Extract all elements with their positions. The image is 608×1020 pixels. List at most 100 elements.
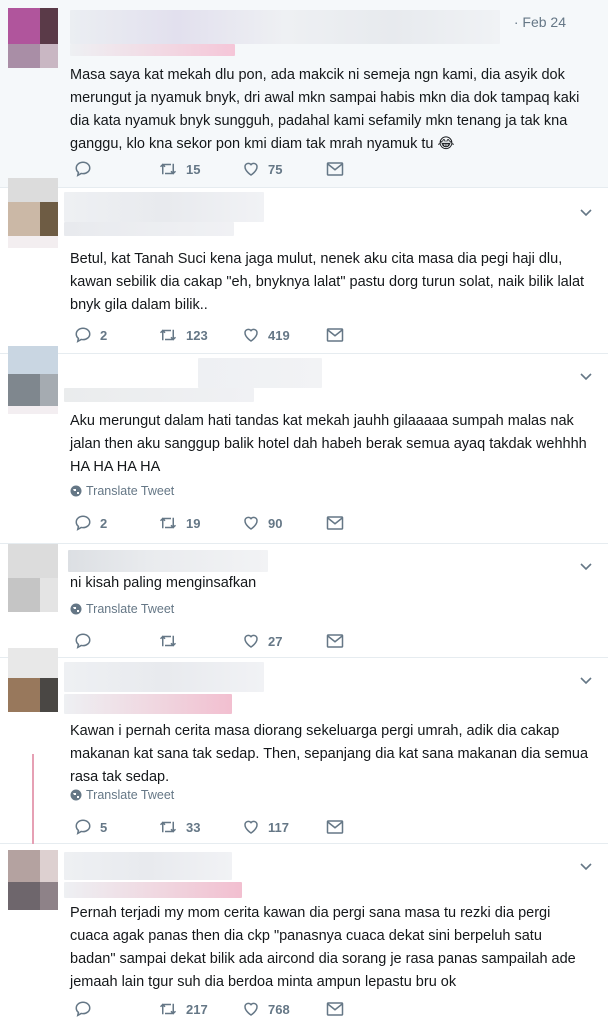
like-icon bbox=[244, 516, 258, 530]
retweet-count: 33 bbox=[186, 819, 201, 835]
translate-label: Translate Tweet bbox=[86, 484, 175, 498]
message-button[interactable] bbox=[326, 327, 410, 343]
tweet-text: Aku merungut dalam hati tandas kat mekah… bbox=[70, 413, 591, 475]
reply-button[interactable]: 5 bbox=[74, 818, 158, 836]
message-icon bbox=[326, 162, 344, 176]
translate-tweet-link[interactable]: Translate Tweet bbox=[70, 484, 174, 498]
tweet-date[interactable]: · Feb 24 bbox=[514, 14, 566, 30]
tweet-actions: 27 bbox=[74, 632, 410, 650]
reply-count: 2 bbox=[100, 515, 108, 531]
chevron-down-icon[interactable] bbox=[578, 204, 594, 220]
reply-button[interactable] bbox=[74, 160, 158, 178]
globe-icon bbox=[70, 485, 82, 497]
blurred-handle bbox=[64, 694, 232, 714]
blurred-handle bbox=[64, 388, 254, 402]
blurred-username bbox=[198, 358, 322, 388]
chevron-down-icon[interactable] bbox=[578, 368, 594, 384]
tweet[interactable]: Aku merungut dalam hati tandas kat mekah… bbox=[0, 346, 608, 544]
blurred-handle bbox=[64, 882, 242, 898]
retweet-icon bbox=[159, 821, 177, 833]
blurred-username bbox=[68, 550, 268, 572]
avatar[interactable] bbox=[8, 178, 58, 248]
reply-icon bbox=[75, 633, 91, 649]
like-count: 768 bbox=[268, 1001, 290, 1017]
tweet[interactable]: Betul, kat Tanah Suci kena jaga mulut, n… bbox=[0, 178, 608, 354]
like-count: 27 bbox=[268, 633, 283, 649]
like-button[interactable]: 117 bbox=[242, 818, 326, 836]
reply-icon bbox=[75, 161, 91, 177]
tweet-text: Masa saya kat mekah dlu pon, ada makcik … bbox=[70, 67, 584, 152]
like-count: 117 bbox=[268, 819, 289, 835]
blurred-handle bbox=[64, 222, 234, 236]
avatar[interactable] bbox=[8, 544, 58, 614]
message-button[interactable] bbox=[326, 819, 410, 835]
reply-button[interactable] bbox=[74, 1000, 158, 1018]
tweet[interactable]: Kawan i pernah cerita masa diorang sekel… bbox=[0, 648, 608, 844]
message-button[interactable] bbox=[326, 633, 410, 649]
chevron-down-icon[interactable] bbox=[578, 672, 594, 688]
blurred-username bbox=[64, 852, 232, 880]
reply-icon bbox=[75, 515, 91, 531]
like-icon bbox=[244, 1002, 258, 1016]
avatar[interactable] bbox=[8, 346, 58, 414]
message-button[interactable] bbox=[326, 515, 410, 531]
reply-icon bbox=[75, 1001, 91, 1017]
retweet-icon bbox=[159, 635, 177, 647]
tweet[interactable]: · Feb 24 Masa saya kat mekah dlu pon, ad… bbox=[0, 0, 608, 188]
message-icon bbox=[326, 516, 344, 530]
thread-line bbox=[32, 754, 34, 844]
reply-icon bbox=[75, 819, 91, 835]
retweet-button[interactable]: 19 bbox=[158, 514, 242, 532]
tweet[interactable]: Pernah terjadi my mom cerita kawan dia p… bbox=[0, 844, 608, 1020]
retweet-button[interactable]: 123 bbox=[158, 326, 242, 344]
avatar[interactable] bbox=[8, 850, 58, 910]
translate-tweet-link[interactable]: Translate Tweet bbox=[70, 788, 174, 802]
avatar[interactable] bbox=[8, 8, 58, 68]
retweet-icon bbox=[159, 329, 177, 341]
retweet-count: 123 bbox=[186, 327, 208, 343]
like-icon bbox=[244, 162, 258, 176]
tweet-actions: 15 75 bbox=[74, 160, 410, 178]
reply-icon bbox=[75, 327, 91, 343]
like-button[interactable]: 27 bbox=[242, 632, 326, 650]
retweet-count: 217 bbox=[186, 1001, 208, 1017]
tweet-text: Pernah terjadi my mom cerita kawan dia p… bbox=[70, 905, 580, 990]
chevron-down-icon[interactable] bbox=[578, 858, 594, 874]
retweet-button[interactable]: 15 bbox=[158, 160, 242, 178]
retweet-count: 15 bbox=[186, 161, 201, 177]
blurred-handle bbox=[70, 44, 235, 56]
tweet-actions: 2 123 419 bbox=[74, 326, 410, 344]
message-icon bbox=[326, 328, 344, 342]
retweet-button[interactable]: 33 bbox=[158, 818, 242, 836]
like-button[interactable]: 768 bbox=[242, 1000, 326, 1018]
reply-button[interactable]: 2 bbox=[74, 514, 158, 532]
translate-label: Translate Tweet bbox=[86, 788, 175, 802]
like-count: 75 bbox=[268, 161, 283, 177]
like-icon bbox=[244, 328, 258, 342]
blurred-username bbox=[64, 192, 264, 222]
retweet-count: 19 bbox=[186, 515, 201, 531]
message-button[interactable] bbox=[326, 161, 410, 177]
like-button[interactable]: 90 bbox=[242, 514, 326, 532]
blurred-username bbox=[64, 662, 264, 692]
like-button[interactable]: 419 bbox=[242, 326, 326, 344]
blurred-username bbox=[70, 10, 500, 44]
like-count: 419 bbox=[268, 327, 290, 343]
reply-button[interactable]: 2 bbox=[74, 326, 158, 344]
tweet-actions: 2 19 90 bbox=[74, 514, 410, 532]
translate-label: Translate Tweet bbox=[86, 602, 175, 616]
tweet[interactable]: ni kisah paling menginsafkan Translate T… bbox=[0, 544, 608, 658]
avatar[interactable] bbox=[8, 648, 58, 716]
message-icon bbox=[326, 1002, 344, 1016]
like-icon bbox=[244, 634, 258, 648]
tweet-text: Betul, kat Tanah Suci kena jaga mulut, n… bbox=[70, 251, 589, 313]
tweet-actions: 217 768 bbox=[74, 1000, 410, 1018]
retweet-button[interactable]: 217 bbox=[158, 1000, 242, 1018]
globe-icon bbox=[70, 603, 82, 615]
tweet-text: Kawan i pernah cerita masa diorang sekel… bbox=[70, 723, 593, 785]
translate-tweet-link[interactable]: Translate Tweet bbox=[70, 602, 174, 616]
like-button[interactable]: 75 bbox=[242, 160, 326, 178]
reply-button[interactable] bbox=[74, 632, 158, 650]
message-button[interactable] bbox=[326, 1001, 410, 1017]
retweet-button[interactable] bbox=[158, 632, 242, 650]
